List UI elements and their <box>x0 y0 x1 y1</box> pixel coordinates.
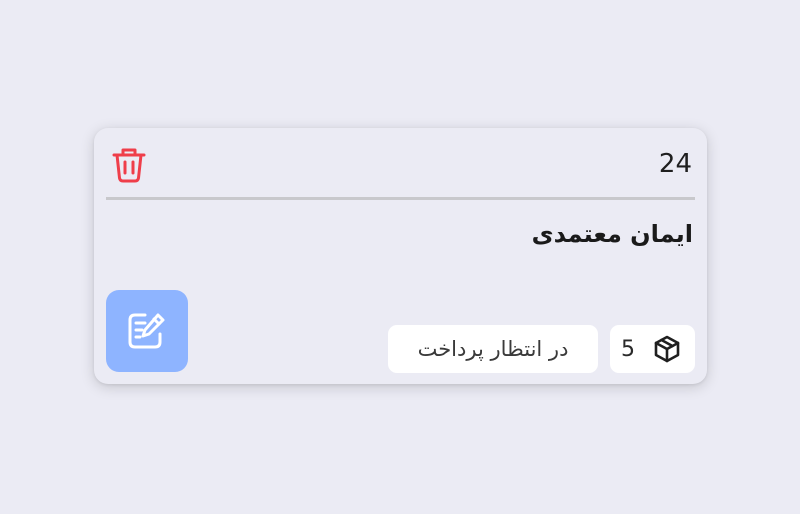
delete-button[interactable] <box>110 146 148 184</box>
order-card: 24 ایمان معتمدی در انتظار پرداخت 5 <box>94 128 707 384</box>
divider <box>106 197 695 200</box>
package-icon <box>654 335 680 363</box>
customer-name: ایمان معتمدی <box>531 220 693 248</box>
edit-note-icon <box>128 313 165 349</box>
order-number: 24 <box>658 149 692 179</box>
quantity-value: 5 <box>621 336 635 362</box>
status-label: در انتظار پرداخت <box>417 337 569 361</box>
trash-icon <box>112 148 146 183</box>
quantity-badge: 5 <box>610 325 695 373</box>
edit-button[interactable] <box>106 290 188 372</box>
status-badge: در انتظار پرداخت <box>388 325 598 373</box>
